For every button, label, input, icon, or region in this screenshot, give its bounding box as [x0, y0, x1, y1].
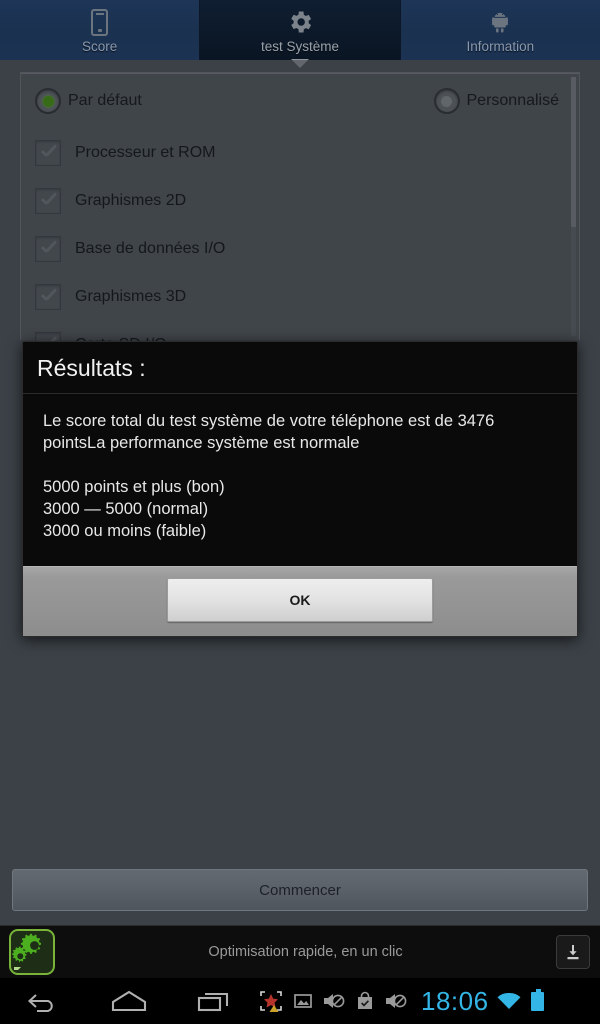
tab-information-label: Information — [466, 39, 535, 54]
dialog-footer: OK — [23, 566, 577, 636]
test-item-graphismes-2d[interactable]: Graphismes 2D — [21, 177, 579, 225]
results-dialog: Résultats : Le score total du test systè… — [22, 341, 578, 637]
test-item-label: Processeur et ROM — [75, 144, 216, 161]
dialog-body: Le score total du test système de votre … — [23, 394, 577, 566]
radio-personnalise-label: Personnalisé — [466, 92, 560, 109]
checkbox-graphismes-3d[interactable] — [35, 284, 61, 310]
image-icon — [293, 991, 313, 1011]
test-item-label: Graphismes 3D — [75, 288, 187, 305]
phone-icon — [91, 6, 109, 36]
system-navigation-bar: 18:06 — [0, 978, 600, 1024]
back-icon[interactable] — [0, 978, 86, 1024]
test-item-base-donnees[interactable]: Base de données I/O — [21, 225, 579, 273]
panel-scrollbar-thumb[interactable] — [571, 77, 576, 227]
battery-icon — [530, 988, 544, 1011]
status-clock: 18:06 — [421, 985, 489, 1016]
tab-score-label: Score — [82, 39, 118, 54]
ad-text: Optimisation rapide, en un clic — [208, 944, 403, 960]
tab-bar: Score test Système Information — [0, 0, 600, 68]
android-icon — [486, 6, 514, 36]
radio-par-defaut-label: Par défaut — [68, 92, 142, 109]
panel-scrollbar[interactable] — [571, 77, 576, 336]
ok-button[interactable]: OK — [167, 578, 433, 622]
tab-information[interactable]: Information — [400, 0, 600, 60]
gears-icon — [9, 929, 55, 975]
test-options-panel: Par défaut Personnalisé Processeur et RO… — [20, 72, 580, 358]
dialog-title: Résultats : — [23, 342, 577, 394]
radio-button-custom[interactable] — [433, 88, 460, 114]
download-icon[interactable] — [556, 935, 590, 969]
dialog-scale-line-2: 3000 — 5000 (normal) — [43, 500, 209, 518]
ad-banner[interactable]: Optimisation rapide, en un clic — [0, 925, 600, 978]
test-item-label: Graphismes 2D — [75, 192, 187, 209]
screenshot-icon — [258, 989, 284, 1013]
tab-test-systeme-label: test Système — [260, 39, 339, 54]
checkbox-processeur[interactable] — [35, 140, 61, 166]
dialog-score-text: Le score total du test système de votre … — [43, 412, 495, 452]
tab-score[interactable]: Score — [0, 0, 201, 60]
radio-personnalise[interactable]: Personnalisé — [433, 88, 560, 114]
start-button[interactable]: Commencer — [12, 869, 588, 911]
dialog-scale-line-3: 3000 ou moins (faible) — [43, 522, 207, 540]
test-item-label: Base de données I/O — [75, 240, 226, 257]
gear-icon — [286, 6, 314, 36]
tab-test-systeme[interactable]: test Système — [200, 0, 401, 68]
test-item-graphismes-3d[interactable]: Graphismes 3D — [21, 273, 579, 321]
recents-icon[interactable] — [172, 978, 258, 1024]
wifi-icon — [496, 991, 522, 1011]
radio-button-default[interactable] — [35, 88, 61, 114]
home-icon[interactable] — [86, 978, 172, 1024]
checkbox-graphismes-2d[interactable] — [35, 188, 61, 214]
mode-selector-row: Par défaut Personnalisé — [21, 73, 579, 129]
play-store-icon — [355, 991, 375, 1011]
nav-buttons — [0, 978, 258, 1024]
mute-icon-2 — [384, 991, 408, 1011]
test-item-processeur[interactable]: Processeur et ROM — [21, 129, 579, 177]
status-bar: 18:06 — [258, 978, 600, 1024]
radio-par-defaut[interactable]: Par défaut — [35, 88, 142, 114]
dialog-scale-line-1: 5000 points et plus (bon) — [43, 478, 225, 496]
mute-icon — [322, 991, 346, 1011]
checkbox-base-donnees[interactable] — [35, 236, 61, 262]
